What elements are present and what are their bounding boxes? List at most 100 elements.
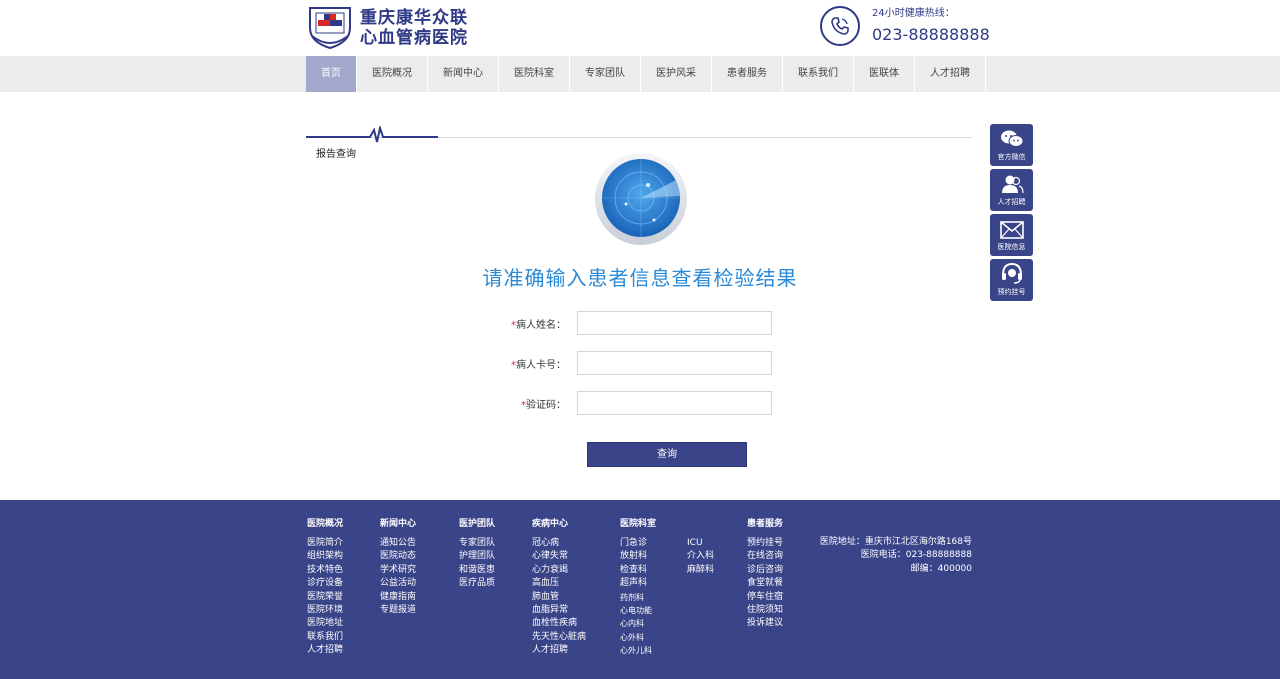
footer-link[interactable]: 学术研究 [380,564,416,577]
footer-link[interactable]: 专家团队 [459,537,495,550]
footer-link[interactable]: 预约挂号 [747,537,783,550]
footer-link[interactable]: 诊疗设备 [307,577,343,590]
footer-col-departments: 医院科室 门急诊 放射科 检查科 超声科 药剂科 心电功能 心内科 心外科 心外… [620,516,656,658]
footer-link[interactable]: 超声科 [620,577,656,590]
footer-link[interactable]: 心力衰竭 [532,564,586,577]
nav-item-staff-gallery[interactable]: 医护风采 [641,56,712,92]
footer-link[interactable]: 专题报道 [380,604,416,617]
nav-item-home[interactable]: 首页 [306,56,357,92]
footer-link[interactable]: 心律失常 [532,550,586,563]
patient-name-label: *病人姓名： [511,316,566,331]
footer-link[interactable]: 医疗品质 [459,577,495,590]
footer-link[interactable]: 食堂就餐 [747,577,783,590]
logo-text: 重庆康华众联 心血管病医院 [360,8,468,48]
footer-link[interactable]: 介入科 [687,550,714,563]
patient-name-input[interactable] [577,311,772,335]
footer-link[interactable]: 投诉建议 [747,617,783,630]
footer-link[interactable]: 血栓性疾病 [532,617,586,630]
nav-item-overview[interactable]: 医院概况 [357,56,428,92]
footer-col-overview: 医院概况 医院简介 组织架构 技术特色 诊疗设备 医院荣誉 医院环境 医院地址 … [307,516,343,658]
footer-col-title: 新闻中心 [380,519,417,529]
footer-link[interactable]: 心外儿科 [620,644,656,657]
wechat-icon [1000,130,1023,147]
footer-link[interactable]: 冠心病 [532,537,586,550]
patient-card-label: *病人卡号： [511,356,566,371]
footer-link[interactable]: 诊后咨询 [747,564,783,577]
footer-link[interactable]: 健康指南 [380,591,416,604]
footer-link[interactable]: 血脂异常 [532,604,586,617]
footer-link[interactable]: 组织架构 [307,550,343,563]
footer-link[interactable]: 肺血管 [532,591,586,604]
users-icon [1001,175,1024,194]
footer-col-title: 疾病中心 [532,519,569,529]
nav-item-news[interactable]: 新闻中心 [428,56,499,92]
footer-link[interactable]: 医院环境 [307,604,343,617]
logo-line-1: 重庆康华众联 [360,8,468,28]
footer-link[interactable]: 麻醉科 [687,564,714,577]
footer-col-disease: 疾病中心 冠心病 心律失常 心力衰竭 高血压 肺血管 血脂异常 血栓性疾病 先天… [532,516,586,658]
footer-link[interactable]: 先天性心脏病 [532,631,586,644]
nav-item-contact[interactable]: 联系我们 [783,56,854,92]
footer-link[interactable]: 在线咨询 [747,550,783,563]
footer-address: 医院地址：重庆市江北区海尔路168号 [819,537,972,547]
footer-link[interactable]: 联系我们 [307,631,343,644]
footer-link[interactable]: 放射科 [620,550,656,563]
patient-card-input[interactable] [577,351,772,375]
footer-col-title: 医院概况 [307,519,344,529]
footer-link[interactable]: 人才招聘 [307,644,343,657]
footer-link[interactable]: 人才招聘 [532,644,586,657]
nav-item-recruitment[interactable]: 人才招聘 [915,56,986,92]
footer-link[interactable]: 和谐医患 [459,564,495,577]
footer-link[interactable]: 医院简介 [307,537,343,550]
side-item-wechat[interactable]: 官方微信 [990,124,1033,166]
query-button[interactable]: 查询 [587,442,747,467]
footer-link[interactable]: 心电功能 [620,604,656,617]
headset-icon [1001,262,1022,284]
footer-link[interactable]: 心内科 [620,617,656,630]
footer-link[interactable]: 通知公告 [380,537,416,550]
nav-item-alliance[interactable]: 医联体 [854,56,915,92]
footer-link[interactable]: 心外科 [620,631,656,644]
nav-item-departments[interactable]: 医院科室 [499,56,570,92]
captcha-label: *验证码： [521,396,566,411]
footer-link[interactable]: ICU [687,537,714,550]
logo[interactable]: 重庆康华众联 心血管病医院 [306,6,468,50]
hotline-number: 023-88888888 [872,24,990,44]
footer-link[interactable]: 停车住宿 [747,591,783,604]
side-label: 预约挂号 [997,288,1026,296]
side-item-hospital-info[interactable]: 医院信息 [990,214,1033,256]
footer: 医院概况 医院简介 组织架构 技术特色 诊疗设备 医院荣誉 医院环境 医院地址 … [0,500,1280,679]
footer-phone: 医院电话：023-88888888 [860,550,972,561]
footer-postcode: 邮编：400000 [910,563,972,574]
footer-col-services: 患者服务 预约挂号 在线咨询 诊后咨询 食堂就餐 停车住宿 住院须知 投诉建议 [747,516,783,631]
footer-link[interactable]: 护理团队 [459,550,495,563]
footer-link[interactable]: 医院动态 [380,550,416,563]
footer-link[interactable]: 住院须知 [747,604,783,617]
hospital-badge-icon [309,7,351,50]
footer-contact: 医院地址：重庆市江北区海尔路168号 医院电话：023-88888888 邮编：… [816,536,972,576]
header: 重庆康华众联 心血管病医院 24小时健康热线： 023-88888888 [0,0,1280,56]
footer-link[interactable]: 门急诊 [620,537,656,550]
footer-link[interactable]: 医院荣誉 [307,591,343,604]
side-label: 人才招聘 [997,198,1026,206]
captcha-input[interactable] [577,391,772,415]
footer-link[interactable]: 技术特色 [307,564,343,577]
footer-col-title: 医护团队 [459,519,496,529]
side-item-appointment[interactable]: 预约挂号 [990,259,1033,301]
footer-link[interactable]: 医院地址 [307,617,343,630]
footer-col-news: 新闻中心 通知公告 医院动态 学术研究 公益活动 健康指南 专题报道 [380,516,416,617]
captcha-row: *验证码： [480,391,780,415]
footer-col-title: 医院科室 [620,519,657,529]
footer-link[interactable]: 检查科 [620,564,656,577]
footer-link[interactable]: 高血压 [532,577,586,590]
footer-link[interactable]: 药剂科 [620,591,656,604]
nav-item-experts[interactable]: 专家团队 [570,56,641,92]
footer-link[interactable]: 公益活动 [380,577,416,590]
phone-icon [820,6,860,46]
hotline: 24小时健康热线： 023-88888888 [820,6,990,46]
nav-item-patient-services[interactable]: 患者服务 [712,56,783,92]
main-nav: 首页 医院概况 新闻中心 医院科室 专家团队 医护风采 患者服务 联系我们 医联… [0,56,1280,92]
logo-line-2: 心血管病医院 [360,28,468,48]
side-item-recruitment[interactable]: 人才招聘 [990,169,1033,211]
hotline-label: 24小时健康热线： [872,7,955,19]
